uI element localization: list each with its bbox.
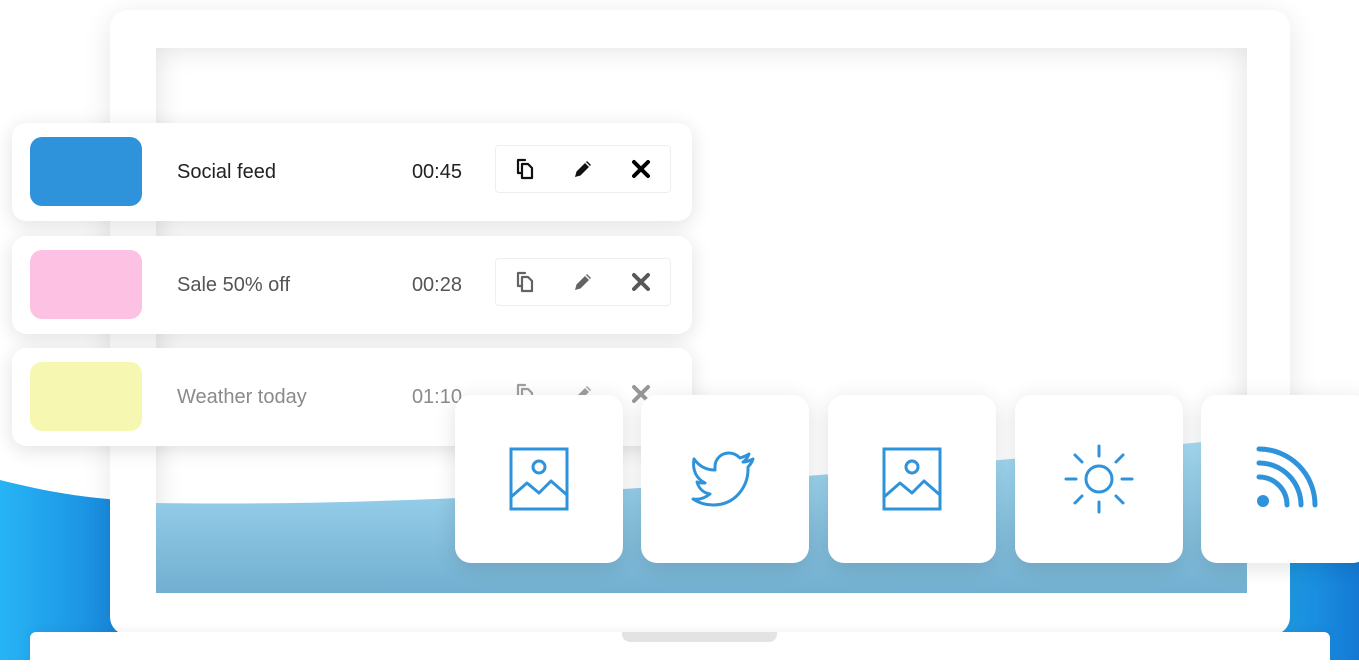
close-icon: [632, 160, 650, 178]
rss-feed-icon: [1256, 446, 1318, 508]
edit-button[interactable]: [554, 259, 612, 305]
copy-button[interactable]: [496, 146, 554, 192]
widget-tile-image[interactable]: [455, 395, 623, 563]
item-color-swatch: [30, 362, 142, 431]
widget-tile-rss[interactable]: [1201, 395, 1359, 563]
widget-tile-weather[interactable]: [1015, 395, 1183, 563]
pencil-icon: [575, 274, 591, 290]
pencil-icon: [575, 161, 591, 177]
edit-button[interactable]: [554, 146, 612, 192]
item-title: Weather today: [177, 386, 307, 408]
item-duration: 00:45: [411, 161, 462, 183]
item-title: Social feed: [177, 161, 276, 183]
item-actions: [495, 258, 671, 306]
playlist-item[interactable]: Social feed 00:45: [12, 123, 692, 221]
twitter-bird-icon: [691, 451, 755, 507]
image-icon: [509, 447, 569, 511]
playlist-item[interactable]: Sale 50% off 00:28: [12, 236, 692, 334]
widget-tile-image[interactable]: [828, 395, 996, 563]
copy-icon: [516, 271, 534, 293]
close-icon: [632, 273, 650, 291]
copy-icon: [516, 158, 534, 180]
item-title: Sale 50% off: [177, 274, 291, 296]
laptop-notch: [622, 632, 777, 642]
delete-button[interactable]: [612, 146, 670, 192]
image-icon: [882, 447, 942, 511]
delete-button[interactable]: [612, 259, 670, 305]
widget-tile-twitter[interactable]: [641, 395, 809, 563]
item-color-swatch: [30, 137, 142, 206]
item-actions: [495, 145, 671, 193]
item-duration: 01:10: [411, 386, 462, 408]
item-color-swatch: [30, 250, 142, 319]
item-duration: 00:28: [411, 274, 462, 296]
copy-button[interactable]: [496, 259, 554, 305]
sun-icon: [1064, 444, 1134, 514]
